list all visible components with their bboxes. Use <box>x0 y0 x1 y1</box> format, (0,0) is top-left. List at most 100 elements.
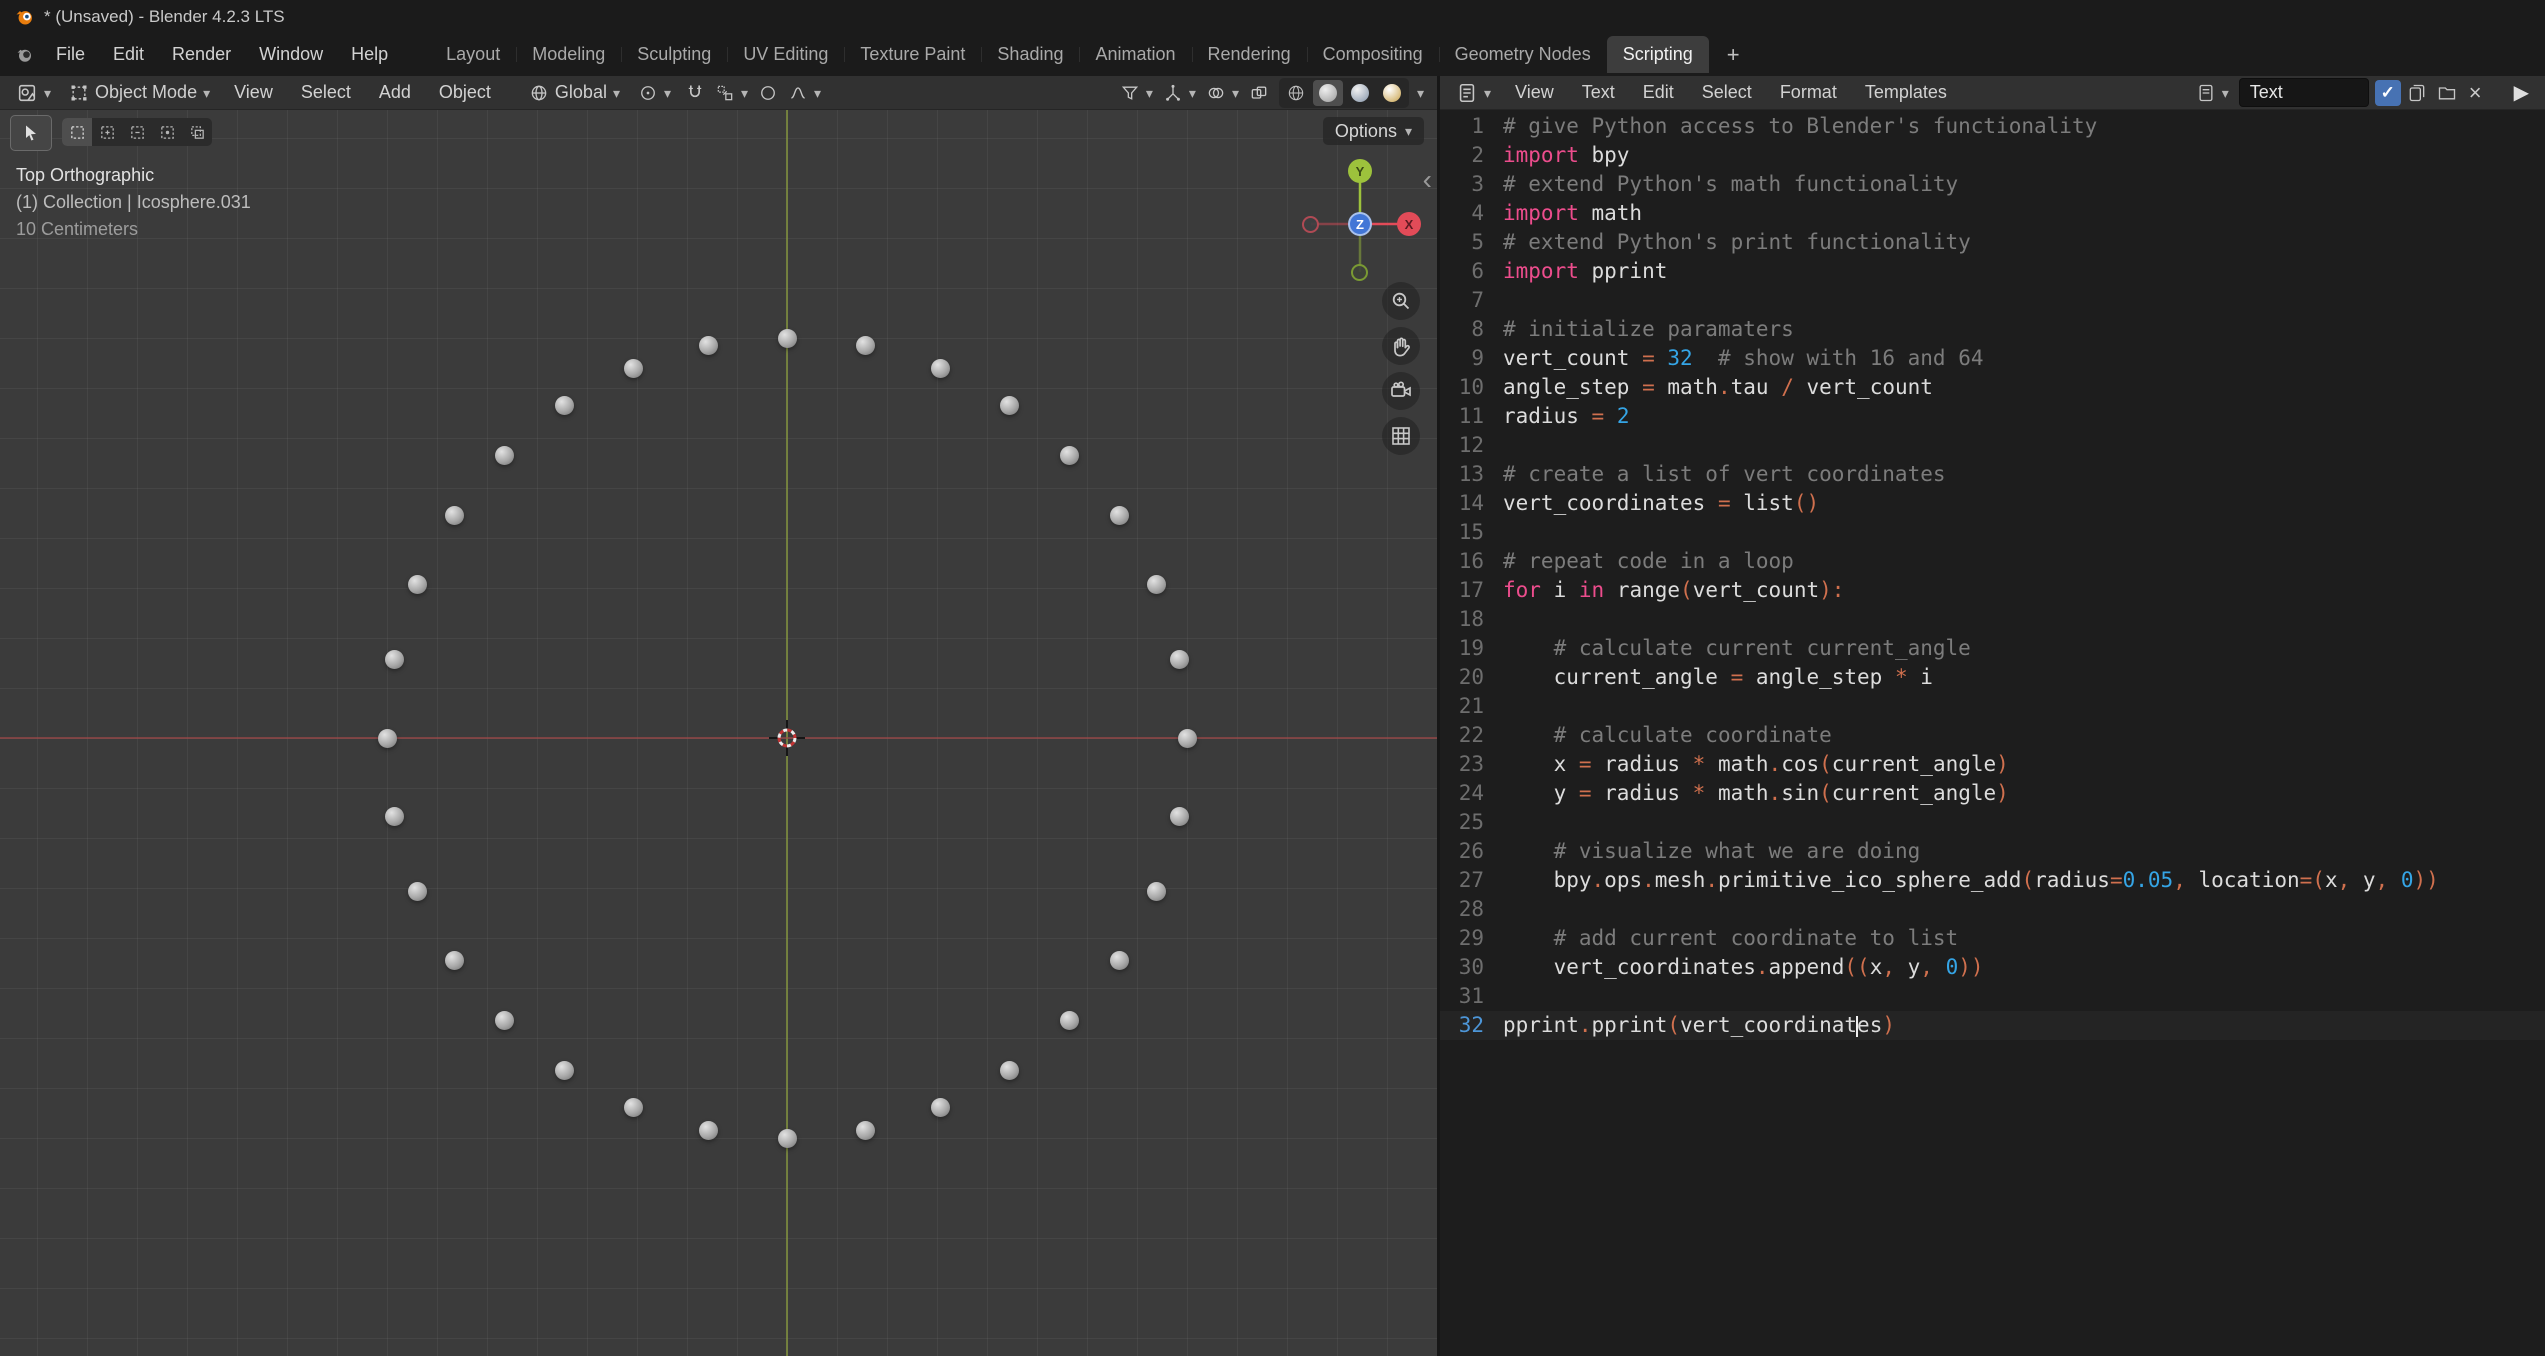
text-menu-view[interactable]: View <box>1501 76 1568 109</box>
code-line-21[interactable]: 21 <box>1440 692 2545 721</box>
text-menu-templates[interactable]: Templates <box>1851 76 1961 109</box>
workspace-tab-layout[interactable]: Layout <box>430 36 516 73</box>
menu-help[interactable]: Help <box>337 38 402 71</box>
icosphere-object[interactable] <box>1000 1061 1019 1080</box>
navigation-gizmo[interactable]: Y X Z <box>1290 155 1435 295</box>
menu-window[interactable]: Window <box>245 38 337 71</box>
gizmo-y-axis-ball[interactable]: Y <box>1348 159 1372 183</box>
code-line-16[interactable]: 16# repeat code in a loop <box>1440 547 2545 576</box>
icosphere-object[interactable] <box>699 336 718 355</box>
viewport-menu-view[interactable]: View <box>220 76 287 109</box>
workspace-tab-uv-editing[interactable]: UV Editing <box>727 36 844 73</box>
icosphere-object[interactable] <box>1060 1011 1079 1030</box>
unlink-text-button[interactable]: × <box>2463 80 2488 106</box>
code-line-30[interactable]: 30 vert_coordinates.append((x, y, 0)) <box>1440 953 2545 982</box>
gizmo-negative-y-ball[interactable] <box>1351 264 1368 281</box>
snap-target-selector[interactable]: ▾ <box>711 81 752 105</box>
icosphere-object[interactable] <box>408 575 427 594</box>
text-editor-type-button[interactable]: ▾ <box>1448 80 1499 106</box>
open-text-button[interactable] <box>2433 81 2461 105</box>
pivot-selector[interactable]: ▾ <box>630 81 679 105</box>
gizmo-x-axis-ball[interactable]: X <box>1397 212 1421 236</box>
proportional-edit-toggle[interactable] <box>754 81 782 105</box>
icosphere-object[interactable] <box>778 329 797 348</box>
code-line-12[interactable]: 12 <box>1440 431 2545 460</box>
run-script-button[interactable]: ▶ <box>2506 80 2537 105</box>
viewport-menu-add[interactable]: Add <box>365 76 425 109</box>
icosphere-object[interactable] <box>931 359 950 378</box>
viewport-canvas[interactable]: Top Orthographic (1) Collection | Icosph… <box>0 110 1438 1356</box>
active-tool-button[interactable] <box>10 115 52 151</box>
icosphere-object[interactable] <box>1110 951 1129 970</box>
add-workspace-button[interactable]: + <box>1717 40 1750 70</box>
code-line-18[interactable]: 18 <box>1440 605 2545 634</box>
overlays-toggle-menu[interactable]: ▾ <box>1202 81 1243 105</box>
shading-menu-chevron[interactable]: ▾ <box>1411 86 1430 100</box>
shading-rendered-button[interactable] <box>1377 80 1407 106</box>
gizmo-z-axis-ball[interactable]: Z <box>1348 212 1372 236</box>
code-line-17[interactable]: 17for i in range(vert_count): <box>1440 576 2545 605</box>
options-dropdown[interactable]: Options ▾ <box>1323 117 1424 145</box>
code-line-20[interactable]: 20 current_angle = angle_step * i <box>1440 663 2545 692</box>
text-name-field[interactable]: Text <box>2239 78 2369 107</box>
workspace-tab-shading[interactable]: Shading <box>981 36 1079 73</box>
icosphere-object[interactable] <box>495 446 514 465</box>
code-line-5[interactable]: 5# extend Python's print functionality <box>1440 228 2545 257</box>
code-line-15[interactable]: 15 <box>1440 518 2545 547</box>
mode-selector[interactable]: Object Mode ▾ <box>61 80 218 105</box>
menu-edit[interactable]: Edit <box>99 38 158 71</box>
icosphere-object[interactable] <box>1060 446 1079 465</box>
code-line-25[interactable]: 25 <box>1440 808 2545 837</box>
workspace-tab-scripting[interactable]: Scripting <box>1607 36 1709 73</box>
code-line-1[interactable]: 1# give Python access to Blender's funct… <box>1440 112 2545 141</box>
icosphere-object[interactable] <box>856 336 875 355</box>
menu-render[interactable]: Render <box>158 38 245 71</box>
code-line-9[interactable]: 9vert_count = 32 # show with 16 and 64 <box>1440 344 2545 373</box>
icosphere-object[interactable] <box>445 506 464 525</box>
editor-type-button[interactable]: ▾ <box>8 80 59 106</box>
icosphere-object[interactable] <box>1110 506 1129 525</box>
blender-menu-button[interactable] <box>8 42 42 68</box>
icosphere-object[interactable] <box>408 882 427 901</box>
icosphere-object[interactable] <box>555 1061 574 1080</box>
workspace-tab-animation[interactable]: Animation <box>1079 36 1191 73</box>
workspace-tab-texture-paint[interactable]: Texture Paint <box>844 36 981 73</box>
code-line-22[interactable]: 22 # calculate coordinate <box>1440 721 2545 750</box>
icosphere-object[interactable] <box>1170 650 1189 669</box>
select-mode-invert-button[interactable] <box>152 118 182 146</box>
icosphere-object[interactable] <box>931 1098 950 1117</box>
code-line-32[interactable]: 32pprint.pprint(vert_coordinates) <box>1440 1011 2545 1040</box>
code-line-27[interactable]: 27 bpy.ops.mesh.primitive_ico_sphere_add… <box>1440 866 2545 895</box>
icosphere-object[interactable] <box>1147 882 1166 901</box>
code-line-10[interactable]: 10angle_step = math.tau / vert_count <box>1440 373 2545 402</box>
select-mode-subtract-button[interactable] <box>122 118 152 146</box>
code-line-7[interactable]: 7 <box>1440 286 2545 315</box>
pan-button[interactable] <box>1382 327 1420 365</box>
viewport-menu-select[interactable]: Select <box>287 76 365 109</box>
code-line-8[interactable]: 8# initialize paramaters <box>1440 315 2545 344</box>
workspace-tab-geometry-nodes[interactable]: Geometry Nodes <box>1439 36 1607 73</box>
text-datablock-menu[interactable]: ▾ <box>2192 81 2233 105</box>
zoom-button[interactable] <box>1382 282 1420 320</box>
visibility-filter-menu[interactable]: ▾ <box>1116 81 1157 105</box>
code-line-23[interactable]: 23 x = radius * math.cos(current_angle) <box>1440 750 2545 779</box>
gizmo-negative-x-ball[interactable] <box>1302 216 1319 233</box>
code-editor[interactable]: 1# give Python access to Blender's funct… <box>1440 110 2545 1356</box>
icosphere-object[interactable] <box>624 359 643 378</box>
shading-solid-button[interactable] <box>1313 80 1343 106</box>
icosphere-object[interactable] <box>778 1129 797 1148</box>
workspace-tab-rendering[interactable]: Rendering <box>1192 36 1307 73</box>
text-menu-format[interactable]: Format <box>1766 76 1851 109</box>
code-line-24[interactable]: 24 y = radius * math.sin(current_angle) <box>1440 779 2545 808</box>
icosphere-object[interactable] <box>624 1098 643 1117</box>
region-collapse-icon[interactable]: ‹ <box>1423 166 1432 194</box>
shading-wireframe-button[interactable] <box>1281 80 1311 106</box>
viewport-menu-object[interactable]: Object <box>425 76 505 109</box>
workspace-tab-sculpting[interactable]: Sculpting <box>621 36 727 73</box>
icosphere-object[interactable] <box>555 396 574 415</box>
code-line-19[interactable]: 19 # calculate current current_angle <box>1440 634 2545 663</box>
icosphere-object[interactable] <box>495 1011 514 1030</box>
icosphere-object[interactable] <box>699 1121 718 1140</box>
icosphere-object[interactable] <box>856 1121 875 1140</box>
text-menu-edit[interactable]: Edit <box>1629 76 1688 109</box>
